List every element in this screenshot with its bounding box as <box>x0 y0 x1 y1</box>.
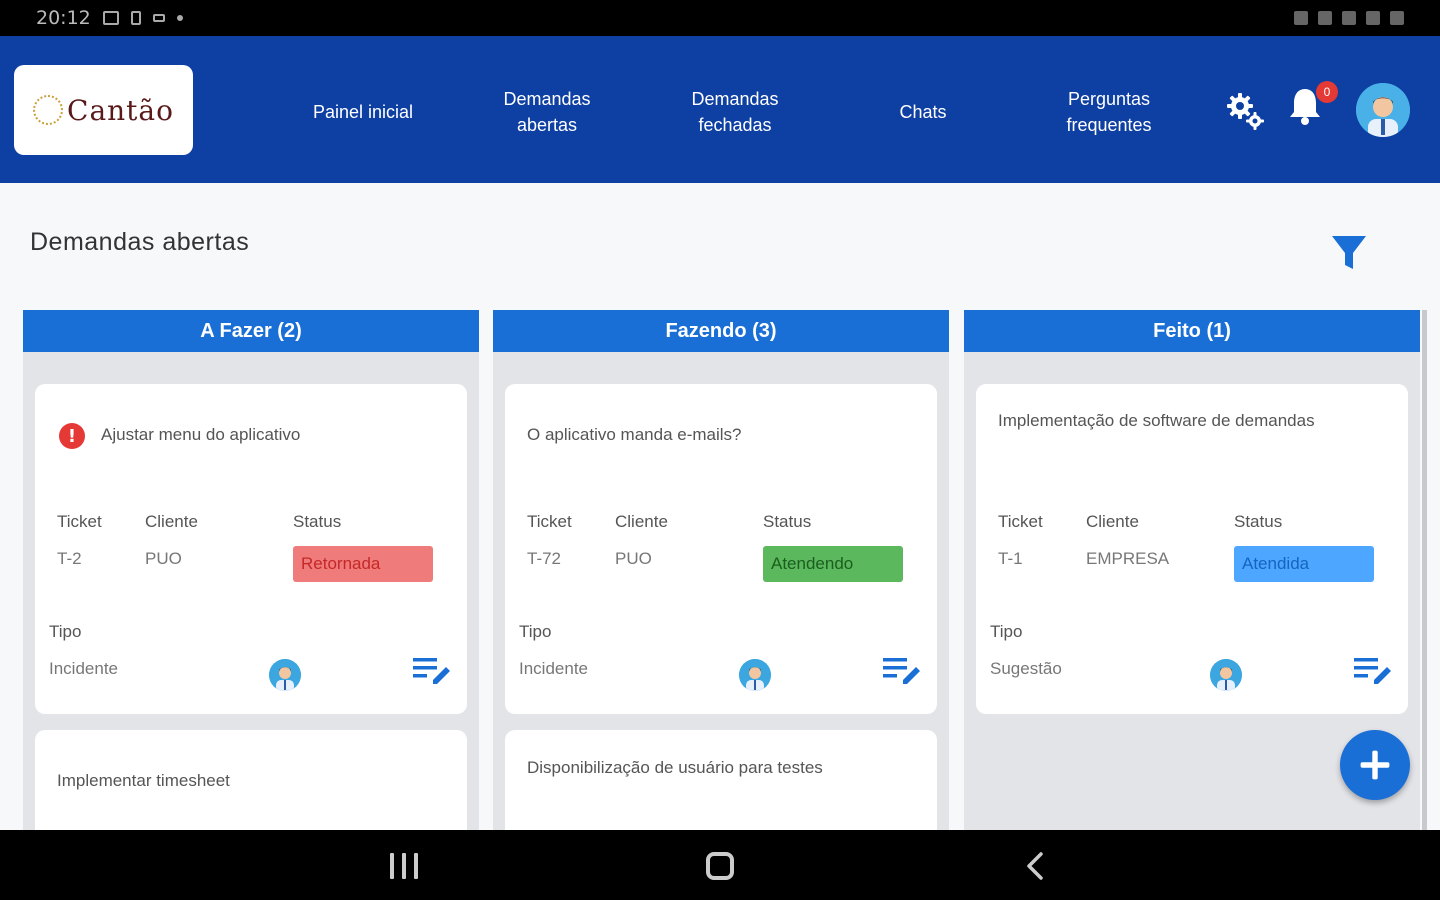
column-header: Fazendo (3) <box>493 310 949 352</box>
column-header: A Fazer (2) <box>23 310 479 352</box>
alarm-icon <box>1294 11 1308 25</box>
ticket-value: T-1 <box>998 549 1023 568</box>
tipo-label: Tipo <box>990 622 1023 641</box>
card-title: Ajustar menu do aplicativo <box>101 425 301 444</box>
column-fazendo: Fazendo (3) O aplicativo manda e-mails? … <box>493 310 949 830</box>
page-title: Demandas abertas <box>30 228 250 256</box>
assignee-avatar-icon <box>739 659 771 691</box>
board-scrollbar[interactable] <box>1422 310 1427 830</box>
cliente-value: PUO <box>145 549 182 568</box>
notification-count-badge: 0 <box>1316 81 1338 103</box>
edit-list-icon[interactable] <box>881 654 923 690</box>
cliente-value: PUO <box>615 549 652 568</box>
home-icon[interactable] <box>706 852 734 880</box>
plus-icon <box>1360 750 1390 780</box>
ticket-label: Ticket <box>998 512 1043 531</box>
column-a-fazer: A Fazer (2) ! Ajustar menu do aplicativo… <box>23 310 479 830</box>
demand-card[interactable]: Implementar timesheet <box>35 730 467 830</box>
status-label: Status <box>1234 512 1283 531</box>
edit-list-icon[interactable] <box>1352 654 1394 690</box>
user-avatar-icon[interactable] <box>1356 83 1410 137</box>
status-label: Status <box>763 512 812 531</box>
demand-card[interactable]: Implementação de software de demandas Ti… <box>976 384 1408 714</box>
ticket-label: Ticket <box>527 512 572 531</box>
tipo-value: Incidente <box>519 659 588 678</box>
demand-card[interactable]: ! Ajustar menu do aplicativo Ticket Clie… <box>35 384 467 714</box>
tipo-label: Tipo <box>49 622 82 641</box>
battery-icon <box>1390 11 1404 25</box>
status-label: Status <box>293 512 342 531</box>
filter-icon[interactable] <box>1330 233 1368 273</box>
status-badge: Atendendo <box>763 546 903 582</box>
card-title: Implementação de software de demandas <box>998 411 1315 430</box>
back-icon[interactable] <box>1025 852 1045 880</box>
nav-chats[interactable]: Chats <box>880 99 966 125</box>
cliente-label: Cliente <box>615 512 668 531</box>
tipo-label: Tipo <box>519 622 552 641</box>
nav-demandas-fechadas[interactable]: Demandas fechadas <box>672 86 798 138</box>
ticket-value: T-2 <box>57 549 82 568</box>
clock: 20:12 <box>36 7 91 29</box>
nav-perguntas-frequentes[interactable]: Perguntas frequentes <box>1046 86 1172 138</box>
n-notification-icon <box>130 11 141 25</box>
signal-icon <box>1366 11 1380 25</box>
settings-gears-icon[interactable] <box>1226 92 1266 132</box>
logo-mark-icon <box>33 95 64 125</box>
nav-demandas-abertas[interactable]: Demandas abertas <box>484 86 610 138</box>
cliente-label: Cliente <box>145 512 198 531</box>
more-notifications-icon <box>176 15 183 21</box>
ticket-value: T-72 <box>527 549 562 568</box>
assignee-avatar-icon <box>1210 659 1242 691</box>
add-demand-button[interactable] <box>1340 730 1410 800</box>
wifi-icon <box>1342 11 1356 25</box>
card-title: O aplicativo manda e-mails? <box>527 425 742 444</box>
status-badge: Atendida <box>1234 546 1374 582</box>
status-badge: Retornada <box>293 546 433 582</box>
app-header: Cantão Painel inicial Demandas abertas D… <box>0 36 1440 183</box>
cliente-label: Cliente <box>1086 512 1139 531</box>
assignee-avatar-icon <box>269 659 301 691</box>
demand-card[interactable]: Disponibilização de usuário para testes <box>505 730 937 830</box>
cliente-value: EMPRESA <box>1086 549 1170 568</box>
logo-text: Cantão <box>67 93 174 127</box>
column-header: Feito (1) <box>964 310 1420 352</box>
card-title: Disponibilização de usuário para testes <box>527 758 823 777</box>
demand-card[interactable]: O aplicativo manda e-mails? Ticket Clien… <box>505 384 937 714</box>
image-notification-icon <box>102 11 119 25</box>
card-title: Implementar timesheet <box>57 771 230 790</box>
tipo-value: Incidente <box>49 659 118 678</box>
edit-list-icon[interactable] <box>411 654 453 690</box>
alert-icon: ! <box>59 423 85 449</box>
nav-painel-inicial[interactable]: Painel inicial <box>298 99 428 125</box>
ticket-label: Ticket <box>57 512 102 531</box>
message-notification-icon <box>152 14 165 22</box>
system-status-bar: 20:12 <box>0 0 1440 36</box>
logo[interactable]: Cantão <box>14 65 193 155</box>
recent-apps-icon[interactable] <box>390 853 418 879</box>
mute-icon <box>1318 11 1332 25</box>
tipo-value: Sugestão <box>990 659 1062 678</box>
